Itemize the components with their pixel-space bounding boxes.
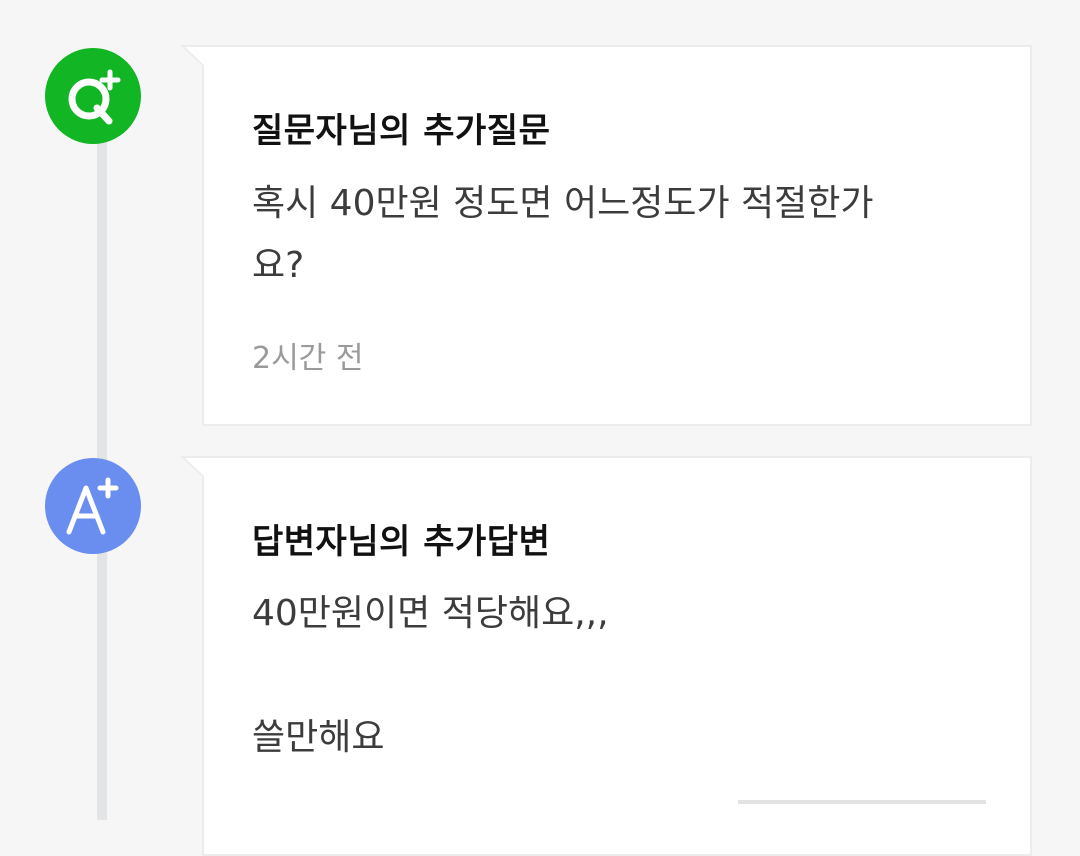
a-plus-icon: [45, 458, 141, 554]
additional-answer-card: 답변자님의 추가답변 40만원이면 적당해요,,, 쓸만해요: [180, 456, 1032, 856]
additional-question-text: 혹시 40만원 정도면 어느정도가 적절한가 요?: [252, 173, 1012, 297]
card-pointer: [180, 456, 204, 478]
additional-answer-text: 40만원이면 적당해요,,, 쓸만해요: [252, 583, 1012, 769]
card-pointer: [180, 45, 204, 67]
additional-question-card: 질문자님의 추가질문 혹시 40만원 정도면 어느정도가 적절한가 요? 2시간…: [180, 45, 1032, 426]
answer-text-line: 쓸만해요: [252, 717, 385, 758]
q-plus-icon: [45, 48, 141, 144]
partial-button-edge[interactable]: [738, 800, 986, 804]
question-timestamp: 2시간 전: [252, 341, 364, 376]
question-text-line: 혹시 40만원 정도면 어느정도가 적절한가: [252, 183, 874, 224]
question-text-line: 요?: [252, 245, 305, 286]
additional-answer-title: 답변자님의 추가답변: [252, 522, 551, 562]
answer-text-line: 40만원이면 적당해요,,,: [252, 593, 609, 634]
additional-question-title: 질문자님의 추가질문: [252, 111, 551, 151]
